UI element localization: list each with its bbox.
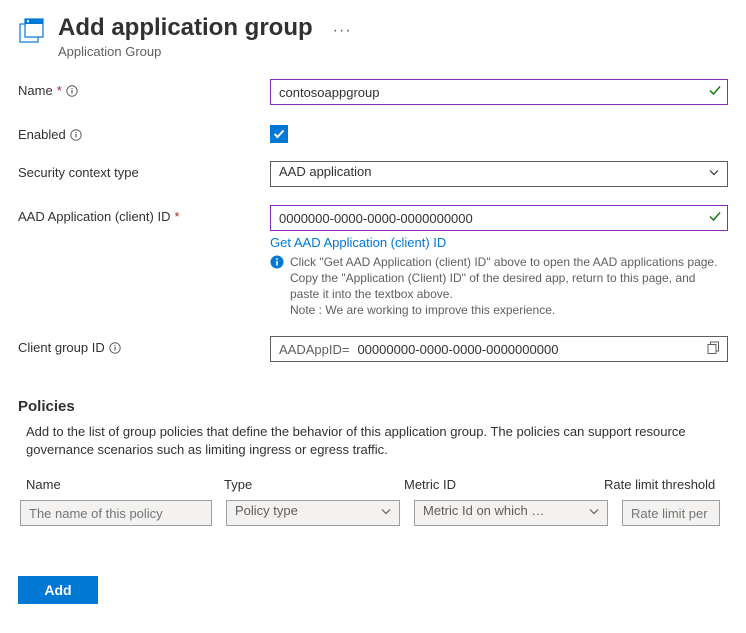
info-filled-icon [270, 255, 284, 318]
aad-help-text: Click "Get AAD Application (client) ID" … [290, 254, 728, 318]
policy-rate-input[interactable] [622, 500, 720, 526]
policy-name-input[interactable] [20, 500, 212, 526]
enabled-checkbox[interactable] [270, 125, 288, 143]
client-group-id-field: AADAppID= 00000000-0000-0000-0000000000 [270, 336, 728, 362]
client-group-id-label: Client group ID [18, 340, 105, 355]
policy-col-name-header: Name [26, 477, 224, 492]
page-subtitle: Application Group [58, 44, 313, 59]
security-context-label: Security context type [18, 165, 139, 180]
enabled-label: Enabled [18, 127, 66, 142]
policies-title: Policies [18, 398, 728, 415]
app-group-icon [18, 18, 46, 46]
info-icon[interactable] [109, 342, 121, 354]
policies-description: Add to the list of group policies that d… [18, 423, 728, 459]
get-aad-app-id-link[interactable]: Get AAD Application (client) ID [270, 235, 728, 250]
page-title: Add application group [58, 14, 313, 42]
security-context-select[interactable]: AAD application [270, 161, 728, 187]
info-icon[interactable] [70, 129, 82, 141]
policy-col-metric-header: Metric ID [404, 477, 604, 492]
check-icon [708, 84, 722, 101]
name-label: Name [18, 83, 53, 98]
client-group-id-value: 00000000-0000-0000-0000000000 [357, 342, 558, 357]
aad-app-id-input[interactable] [270, 205, 728, 231]
add-button[interactable]: Add [18, 576, 98, 604]
policy-row: Policy type Metric Id on which … [18, 500, 728, 526]
policy-col-type-header: Type [224, 477, 404, 492]
policy-type-select[interactable]: Policy type [226, 500, 400, 526]
policy-col-rate-header: Rate limit threshold [604, 477, 720, 492]
policy-metric-select[interactable]: Metric Id on which … [414, 500, 608, 526]
required-indicator: * [57, 83, 62, 98]
info-icon[interactable] [66, 85, 78, 97]
aad-app-id-label: AAD Application (client) ID [18, 209, 170, 224]
more-actions-button[interactable]: ··· [333, 22, 352, 40]
required-indicator: * [174, 209, 179, 224]
policies-table: Name Type Metric ID Rate limit threshold… [18, 477, 728, 526]
client-group-id-prefix: AADAppID= [279, 342, 349, 357]
copy-icon[interactable] [707, 341, 720, 357]
name-input[interactable] [270, 79, 728, 105]
check-icon [708, 210, 722, 227]
